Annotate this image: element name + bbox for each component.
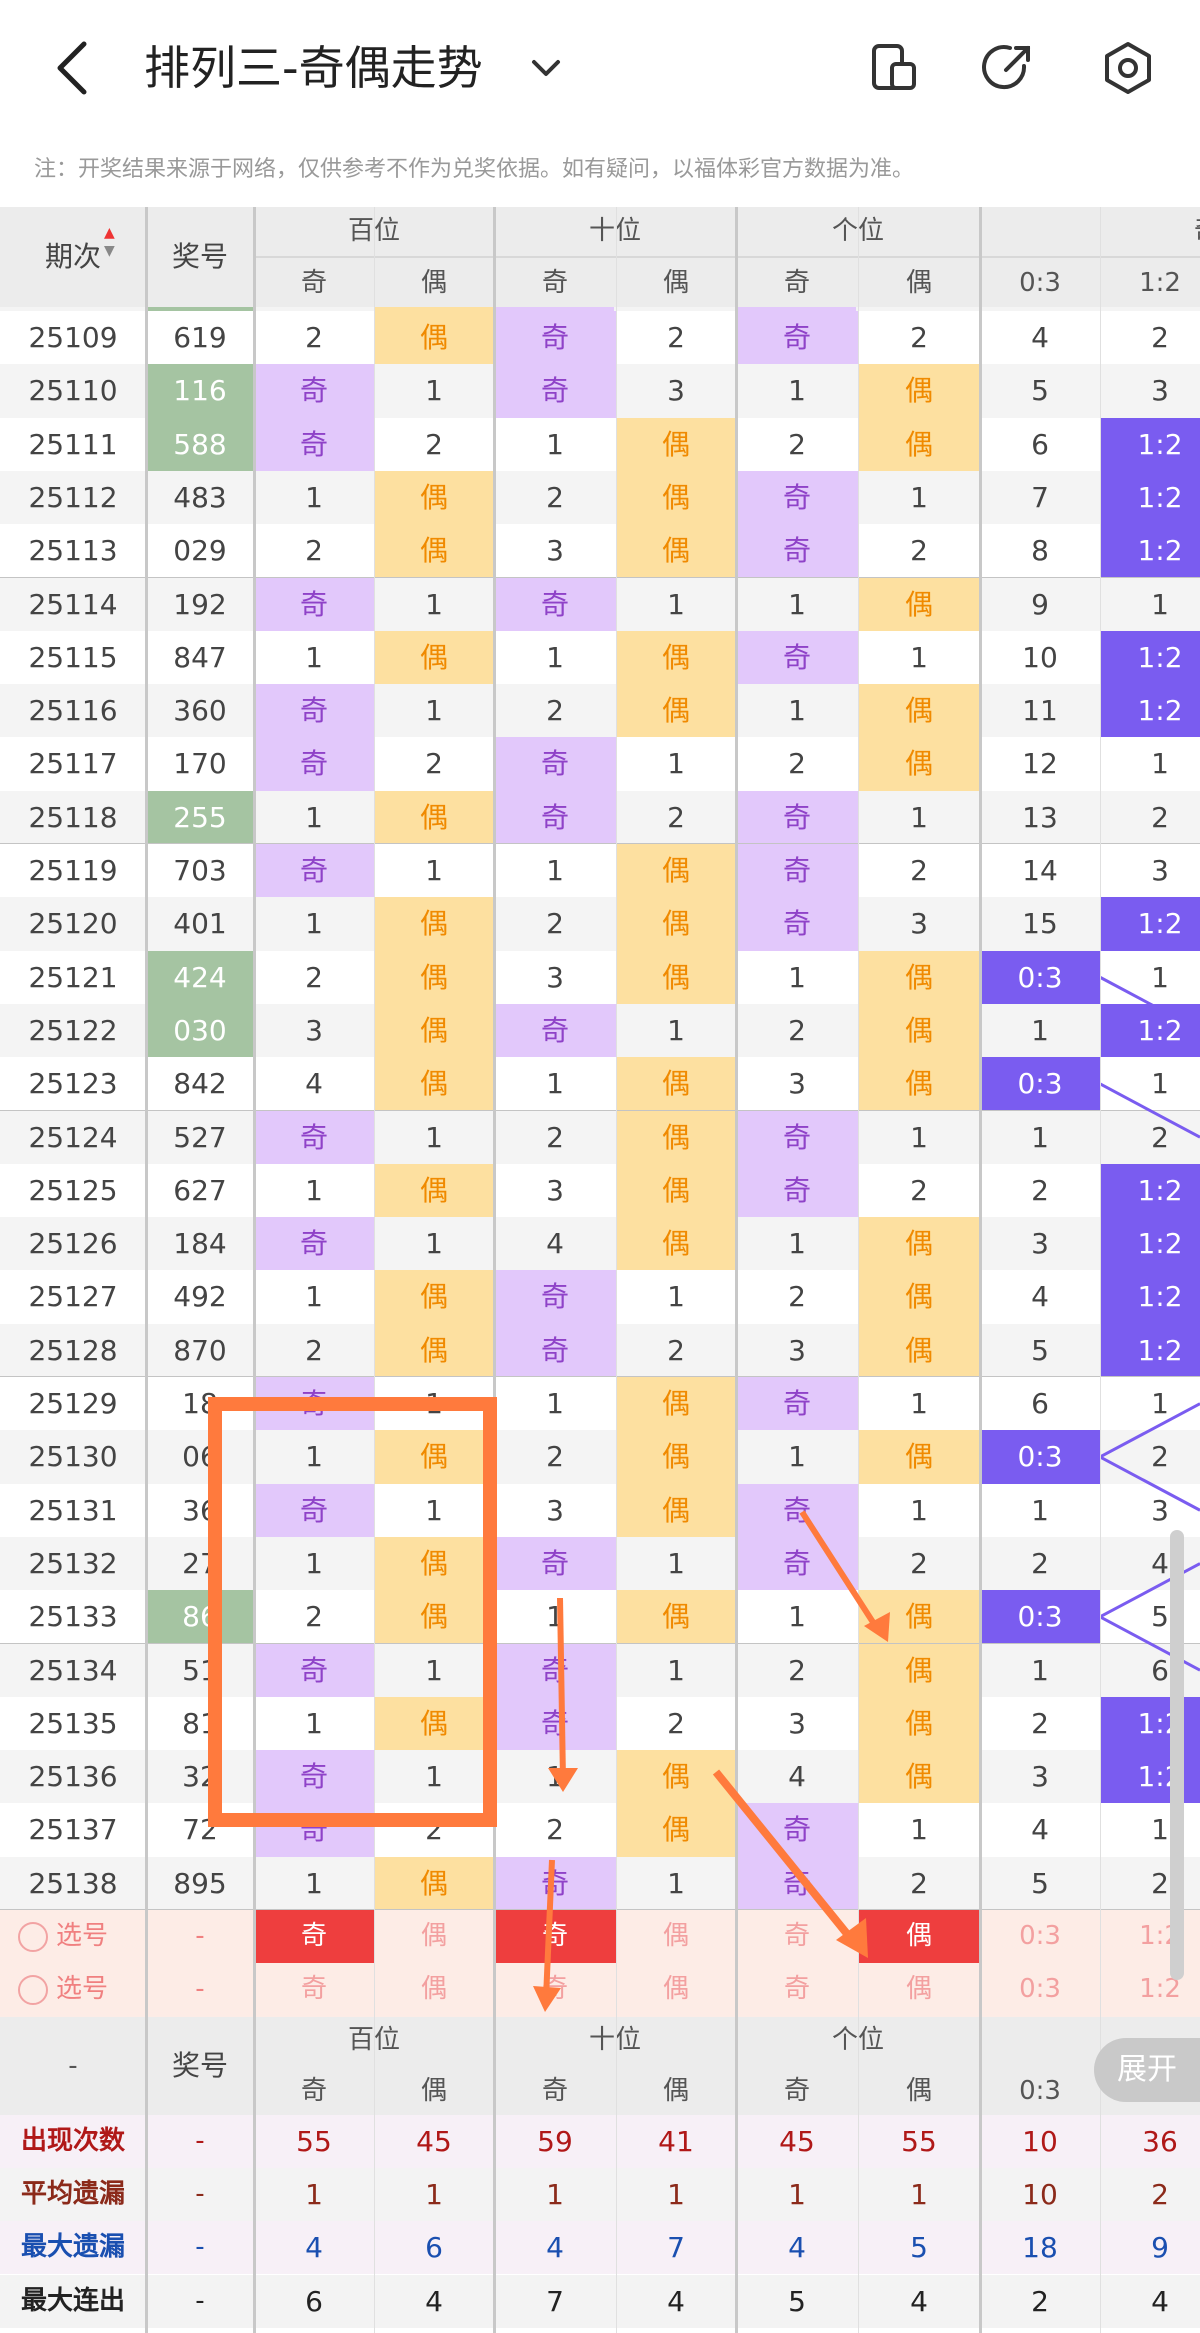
stats-label: 最大遗漏 [20,2232,125,2263]
stats-value: 36 [1142,2124,1178,2158]
stats-value: 2 [1151,2177,1169,2211]
column-divider [616,207,617,2333]
trend-line [1099,1082,1200,1139]
stats-value: 18 [1022,2231,1058,2265]
column-divider [979,207,982,2333]
select-label[interactable]: 选号 [56,1910,136,1963]
trend-line [1099,1562,1200,1619]
stats-value: 45 [416,2124,452,2158]
column-divider [493,207,496,2333]
select-option[interactable]: 偶 [858,1963,980,2016]
phone-icon[interactable] [866,40,922,96]
footer-group-header: 十位 [588,2024,641,2055]
stats-value: 7 [546,2284,564,2318]
trend-line [1099,1615,1200,1672]
stats-label: 出现次数 [20,2125,125,2156]
select-option[interactable]: 奇 [736,1910,858,1963]
page-title[interactable]: 排列三-奇偶走势 [144,36,483,100]
trend-line [1099,1402,1200,1459]
stats-award: - [195,2232,205,2263]
stats-value: 4 [1151,2284,1169,2318]
expand-button[interactable]: 展开 [1094,2038,1200,2102]
stats-value: 7 [667,2231,685,2265]
trend-line [1099,1455,1200,1512]
settings-icon[interactable] [1100,40,1156,96]
stats-value: 4 [667,2284,685,2318]
stats-value: 6 [305,2284,323,2318]
stats-value: 4 [788,2231,806,2265]
select-option[interactable]: 奇 [736,1963,858,2016]
scrollbar[interactable] [1170,1530,1184,1980]
stats-value: 1 [788,2177,806,2211]
stats-label: 平均遗漏 [20,2178,125,2209]
stats-award: - [195,2125,205,2156]
stats-value: 6 [425,2231,443,2265]
stats-value: 4 [425,2284,443,2318]
top-bar: 排列三-奇偶走势 [0,0,1200,140]
stats-value: 5 [788,2284,806,2318]
select-award: - [195,1974,205,2005]
stats-value: 4 [910,2284,928,2318]
stats-value: 5 [910,2231,928,2265]
trend-line [1099,975,1200,1032]
select-option[interactable]: 1:2 [1100,1963,1200,2016]
footer-dash: - [68,2050,78,2081]
stats-value: 55 [901,2124,937,2158]
select-option[interactable]: 奇 [254,1910,374,1964]
column-divider [145,207,148,2333]
select-option[interactable]: 0:3 [980,1963,1100,2016]
select-option[interactable]: 奇 [494,1963,616,2016]
stats-value: 1 [667,2177,685,2211]
select-option[interactable]: 0:3 [980,1910,1100,1963]
column-divider [735,207,738,2333]
column-divider [374,207,375,2333]
select-option[interactable]: 奇 [494,1910,616,1964]
stats-label: 最大连出 [20,2285,125,2316]
stats-value: 59 [537,2124,573,2158]
stats-value: 55 [296,2124,332,2158]
stats-value: 1 [546,2177,564,2211]
footer-ratio-subheader: 0:3 [1019,2075,1061,2106]
stats-value: 4 [305,2231,323,2265]
footer-even-subheader: 偶 [662,2075,689,2106]
stats-value: 10 [1022,2177,1058,2211]
footer-odd-subheader: 奇 [541,2075,568,2106]
select-radio-icon[interactable] [18,1922,48,1952]
select-option[interactable]: 偶 [858,1910,980,1964]
chevron-down-icon[interactable] [528,52,564,86]
trend-table: 期次▲▼奖号百位奇偶十位奇偶个位奇偶奇0:31:2251096192偶奇2奇24… [0,207,1200,2333]
select-option[interactable]: 偶 [616,1963,736,2016]
footer-odd-subheader: 奇 [300,2075,327,2106]
select-option[interactable]: 偶 [374,1963,494,2016]
share-icon[interactable] [980,40,1036,96]
stats-award: - [195,2178,205,2209]
select-label[interactable]: 选号 [56,1963,136,2016]
stats-value: 1 [910,2177,928,2211]
column-divider [253,207,256,2333]
stats-value: 10 [1022,2124,1058,2158]
disclaimer-notice: 注：开奖结果来源于网络，仅供参考不作为兑奖依据。如有疑问，以福体彩官方数据为准。 [34,157,915,182]
stats-value: 41 [658,2124,694,2158]
select-option[interactable]: 偶 [374,1910,494,1963]
stats-value: 9 [1151,2231,1169,2265]
back-arrow-icon[interactable] [48,36,98,100]
stats-value: 2 [1031,2284,1049,2318]
select-option[interactable]: 奇 [254,1963,374,2016]
select-option[interactable]: 偶 [616,1910,736,1963]
stats-award: - [195,2285,205,2316]
column-divider [858,207,859,2333]
footer-odd-subheader: 奇 [783,2075,810,2106]
select-option[interactable]: 1:2 [1100,1910,1200,1963]
footer-even-subheader: 偶 [420,2075,447,2106]
footer-even-subheader: 偶 [905,2075,932,2106]
stats-value: 4 [546,2231,564,2265]
column-divider [1100,207,1101,2333]
footer-award-header: 奖号 [171,2048,228,2082]
select-award: - [195,1921,205,1951]
stats-value: 1 [305,2177,323,2211]
stats-value: 45 [779,2124,815,2158]
stats-value: 1 [425,2177,443,2211]
